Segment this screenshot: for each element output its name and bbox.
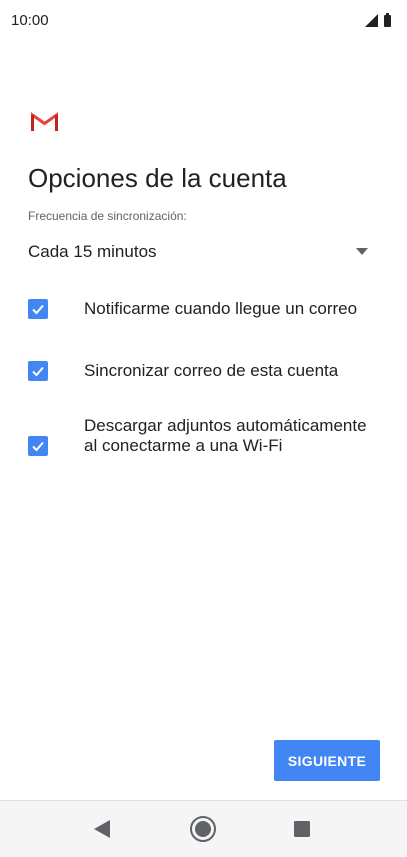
notify-label: Notificarme cuando llegue un correo <box>84 299 358 318</box>
sync-mail-label: Sincronizar correo de esta cuenta <box>84 361 339 380</box>
sync-frequency-value: Cada 15 minutos <box>28 242 157 261</box>
gmail-logo <box>31 112 58 131</box>
status-time: 10:00 <box>11 12 49 29</box>
back-icon[interactable] <box>94 820 110 838</box>
page-title: Opciones de la cuenta <box>28 163 287 193</box>
navigation-bar <box>0 800 407 857</box>
sync-mail-checkbox[interactable] <box>28 361 48 381</box>
home-icon[interactable] <box>189 815 217 843</box>
checkmark-icon <box>32 441 44 452</box>
battery-icon <box>384 13 391 27</box>
sync-frequency-select[interactable]: Cada 15 minutos <box>28 238 372 266</box>
download-attachments-label: Descargar adjuntos automáticamente al co… <box>84 416 367 455</box>
notify-checkbox[interactable] <box>28 299 48 319</box>
signal-icon <box>365 14 378 27</box>
checkmark-icon <box>32 304 44 315</box>
download-attachments-checkbox[interactable] <box>28 436 48 456</box>
recents-icon[interactable] <box>294 821 310 837</box>
next-button[interactable]: SIGUIENTE <box>274 740 380 781</box>
dropdown-arrow-icon <box>356 248 368 255</box>
status-icons <box>365 13 391 27</box>
sync-frequency-label: Frecuencia de sincronización: <box>28 209 187 223</box>
status-bar: 10:00 <box>0 0 407 40</box>
checkmark-icon <box>32 366 44 377</box>
